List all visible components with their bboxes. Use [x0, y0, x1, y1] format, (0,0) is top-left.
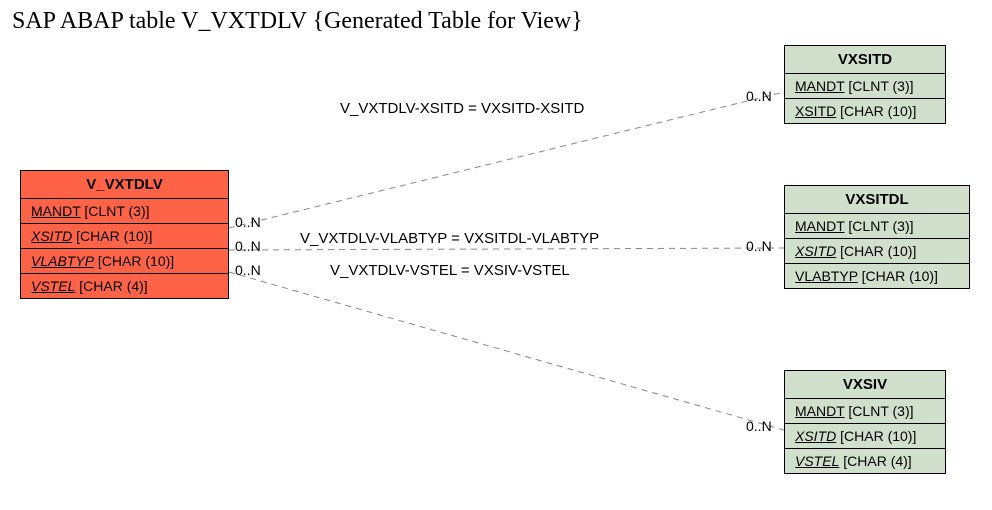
entity-field: MANDT [CLNT (3)]: [785, 74, 945, 99]
entity-field: XSITD [CHAR (10)]: [21, 224, 228, 249]
entity-field: VLABTYP [CHAR (10)]: [21, 249, 228, 274]
cardinality: 0..N: [746, 88, 772, 104]
entity-vxsitd: VXSITD MANDT [CLNT (3)] XSITD [CHAR (10)…: [784, 45, 946, 124]
entity-field: VLABTYP [CHAR (10)]: [785, 264, 969, 288]
entity-field: VSTEL [CHAR (4)]: [21, 274, 228, 298]
entity-header: VXSITD: [785, 46, 945, 74]
entity-header: VXSITDL: [785, 186, 969, 214]
entity-vxsitdl: VXSITDL MANDT [CLNT (3)] XSITD [CHAR (10…: [784, 185, 970, 289]
page-title: SAP ABAP table V_VXTDLV {Generated Table…: [12, 8, 583, 35]
entity-field: XSITD [CHAR (10)]: [785, 99, 945, 123]
entity-field: MANDT [CLNT (3)]: [785, 399, 945, 424]
entity-field: VSTEL [CHAR (4)]: [785, 449, 945, 473]
entity-field: MANDT [CLNT (3)]: [21, 199, 228, 224]
cardinality: 0..N: [746, 418, 772, 434]
cardinality: 0..N: [235, 262, 261, 278]
entity-field: XSITD [CHAR (10)]: [785, 424, 945, 449]
cardinality: 0..N: [235, 214, 261, 230]
entity-field: MANDT [CLNT (3)]: [785, 214, 969, 239]
entity-field: XSITD [CHAR (10)]: [785, 239, 969, 264]
entity-header: V_VXTDLV: [21, 171, 228, 199]
relation-label: V_VXTDLV-XSITD = VXSITD-XSITD: [340, 100, 584, 117]
relation-label: V_VXTDLV-VLABTYP = VXSITDL-VLABTYP: [300, 230, 599, 247]
cardinality: 0..N: [746, 238, 772, 254]
relation-label: V_VXTDLV-VSTEL = VXSIV-VSTEL: [330, 262, 570, 279]
cardinality: 0..N: [235, 238, 261, 254]
entity-header: VXSIV: [785, 371, 945, 399]
entity-vxsiv: VXSIV MANDT [CLNT (3)] XSITD [CHAR (10)]…: [784, 370, 946, 474]
entity-v-vxtdlv: V_VXTDLV MANDT [CLNT (3)] XSITD [CHAR (1…: [20, 170, 229, 299]
